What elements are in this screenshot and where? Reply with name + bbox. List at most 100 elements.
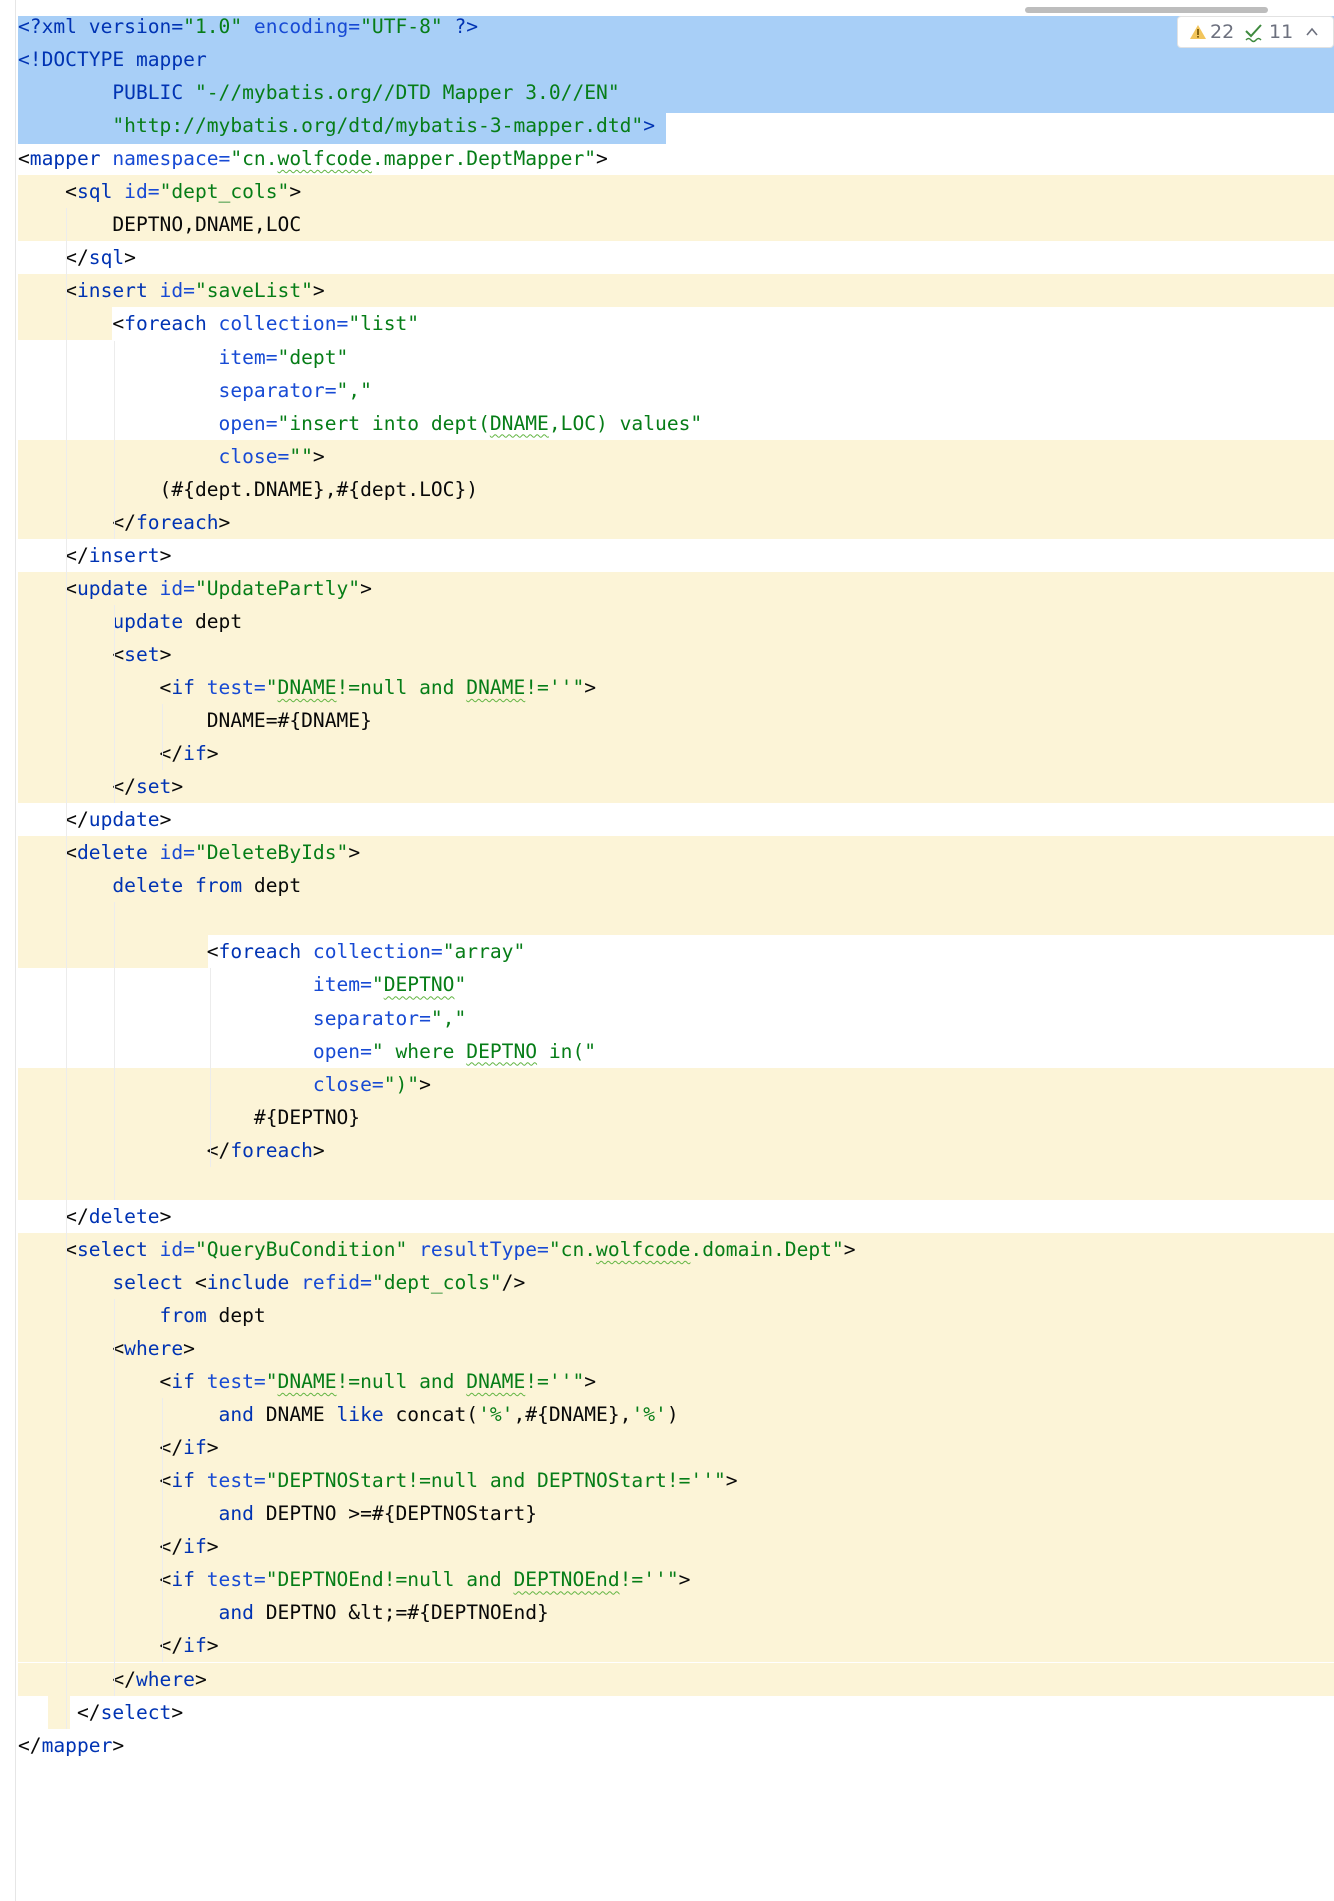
code-line[interactable]: <mapper namespace="cn.wolfcode.mapper.De… bbox=[0, 142, 1334, 175]
code-line[interactable]: </select> bbox=[0, 1695, 1334, 1729]
code-line[interactable]: <if test="DNAME!=null and DNAME!=''"> bbox=[0, 671, 1334, 704]
code-token: < bbox=[18, 1337, 125, 1360]
code-line[interactable]: <delete id="DeleteByIds"> bbox=[0, 836, 1334, 870]
code-token: </ bbox=[18, 1634, 184, 1658]
code-line[interactable]: and DEPTNO &lt;=#{DEPTNOEnd} bbox=[0, 1596, 1334, 1630]
code-token: mapper bbox=[41, 1733, 113, 1757]
code-line[interactable]: "http://mybatis.org/dtd/mybatis-3-mapper… bbox=[0, 109, 1334, 142]
code-token: "DeleteByIds" bbox=[194, 841, 349, 865]
code-line[interactable]: item="dept" bbox=[0, 341, 1334, 374]
code-text: </set> bbox=[18, 770, 183, 803]
code-line[interactable]: <where> bbox=[0, 1332, 1334, 1365]
code-line[interactable]: </if> bbox=[0, 1431, 1334, 1465]
inspection-widget[interactable]: 22 11 bbox=[1177, 16, 1334, 48]
code-line[interactable]: </set> bbox=[0, 770, 1334, 804]
code-token: "dept_cols" bbox=[159, 180, 290, 204]
code-token: where bbox=[135, 1667, 195, 1691]
code-token: encoding= bbox=[242, 15, 361, 38]
code-line[interactable]: and DEPTNO >=#{DEPTNOStart} bbox=[0, 1497, 1334, 1531]
code-token: sql bbox=[76, 180, 113, 204]
code-line[interactable]: (#{dept.DNAME},#{dept.LOC}) bbox=[0, 472, 1334, 506]
code-line[interactable]: select <include refid="dept_cols"/> bbox=[0, 1265, 1334, 1299]
code-text: </if> bbox=[18, 1431, 219, 1464]
code-line[interactable]: </update> bbox=[0, 803, 1334, 836]
warning-icon[interactable] bbox=[1188, 17, 1208, 47]
code-line[interactable]: </if> bbox=[0, 1629, 1334, 1663]
warning-count[interactable]: 22 bbox=[1210, 17, 1234, 47]
code-line[interactable]: DEPTNO,DNAME,LOC bbox=[0, 208, 1334, 242]
code-line[interactable]: <if test="DNAME!=null and DNAME!=''"> bbox=[0, 1365, 1334, 1399]
code-line[interactable]: <if test="DEPTNOEnd!=null and DEPTNOEnd!… bbox=[0, 1563, 1334, 1597]
code-line[interactable]: </mapper> bbox=[0, 1729, 1334, 1762]
code-line[interactable]: <foreach collection="array" bbox=[0, 935, 1334, 969]
code-token: DNAME=#{DNAME} bbox=[18, 709, 372, 733]
code-line[interactable]: separator="," bbox=[0, 1002, 1334, 1035]
code-token: mapper bbox=[29, 147, 101, 171]
code-token: close= bbox=[18, 444, 290, 468]
code-line[interactable]: PUBLIC "-//mybatis.org//DTD Mapper 3.0//… bbox=[0, 76, 1334, 109]
code-line[interactable]: from dept bbox=[0, 1298, 1334, 1332]
code-line[interactable]: update dept bbox=[0, 604, 1334, 638]
code-token: .domain.Dept" bbox=[690, 1237, 844, 1261]
typo-count[interactable]: 11 bbox=[1269, 17, 1293, 47]
code-token: > bbox=[206, 742, 219, 766]
code-line[interactable]: </sql> bbox=[0, 241, 1334, 274]
code-line[interactable]: open="insert into dept(DNAME,LOC) values… bbox=[0, 407, 1334, 440]
code-token: include bbox=[206, 1270, 290, 1294]
code-token: (#{dept.DNAME},#{dept.LOC}) bbox=[18, 477, 479, 501]
code-line[interactable]: item="DEPTNO" bbox=[0, 968, 1334, 1001]
code-line[interactable]: </delete> bbox=[0, 1200, 1334, 1233]
code-line[interactable]: </foreach> bbox=[0, 505, 1334, 539]
code-line[interactable]: <insert id="saveList"> bbox=[0, 274, 1334, 308]
chevron-up-icon[interactable] bbox=[1304, 17, 1320, 47]
code-line[interactable]: </foreach> bbox=[0, 1133, 1334, 1167]
code-token: collection= bbox=[206, 312, 349, 336]
code-line[interactable]: <update id="UpdatePartly"> bbox=[0, 571, 1334, 605]
code-token: and bbox=[18, 1502, 254, 1526]
code-line[interactable]: #{DEPTNO} bbox=[0, 1100, 1334, 1134]
code-line[interactable]: open=" where DEPTNO in(" bbox=[0, 1035, 1334, 1068]
line-highlight bbox=[18, 1662, 1334, 1696]
code-token: dept bbox=[242, 874, 302, 898]
code-line[interactable]: </insert> bbox=[0, 539, 1334, 572]
code-line[interactable]: close=")"> bbox=[0, 1067, 1334, 1101]
code-token: '%' bbox=[478, 1403, 514, 1427]
code-line[interactable]: <if test="DEPTNOStart!=null and DEPTNOSt… bbox=[0, 1464, 1334, 1498]
code-token: !=''" bbox=[525, 676, 585, 699]
code-text: </sql> bbox=[18, 241, 136, 274]
code-line[interactable]: <set> bbox=[0, 637, 1334, 671]
code-line[interactable]: separator="," bbox=[0, 374, 1334, 407]
code-line[interactable]: </where> bbox=[0, 1662, 1334, 1696]
code-line[interactable]: <?xml version="1.0" encoding="UTF-8" ?> bbox=[0, 10, 1334, 43]
code-token: !=''" bbox=[619, 1568, 679, 1592]
code-text: </if> bbox=[18, 737, 219, 770]
code-token: </ bbox=[18, 510, 136, 534]
code-line[interactable]: delete from dept bbox=[0, 869, 1334, 903]
code-line[interactable]: <foreach collection="list" bbox=[0, 307, 1334, 341]
code-token: > bbox=[206, 1634, 219, 1658]
indent-guide bbox=[162, 1398, 163, 1663]
code-token: separator= bbox=[18, 1006, 431, 1030]
code-editor[interactable]: <?xml version="1.0" encoding="UTF-8" ?> <… bbox=[0, 0, 1334, 1901]
code-token: < bbox=[18, 676, 172, 699]
code-line[interactable] bbox=[0, 1166, 1334, 1200]
code-token: </ bbox=[18, 246, 89, 270]
typo-check-icon[interactable] bbox=[1244, 17, 1264, 47]
code-token: resultType= bbox=[407, 1237, 549, 1261]
code-text: <if test="DEPTNOEnd!=null and DEPTNOEnd!… bbox=[18, 1563, 691, 1596]
code-line[interactable]: </if> bbox=[0, 737, 1334, 771]
code-line[interactable]: <sql id="dept_cols"> bbox=[0, 175, 1334, 209]
code-line[interactable]: DNAME=#{DNAME} bbox=[0, 704, 1334, 738]
code-token: '%' bbox=[631, 1403, 667, 1427]
code-token: if bbox=[183, 1535, 207, 1559]
code-line[interactable] bbox=[0, 902, 1334, 936]
code-line[interactable]: </if> bbox=[0, 1530, 1334, 1564]
code-token: > bbox=[312, 1138, 325, 1162]
code-line[interactable]: <select id="QueryBuCondition" resultType… bbox=[0, 1232, 1334, 1266]
code-token: > bbox=[124, 246, 136, 270]
code-token: DNAME bbox=[277, 676, 337, 699]
code-line[interactable]: <!DOCTYPE mapper bbox=[0, 43, 1334, 76]
code-line[interactable]: and DNAME like concat('%',#{DNAME},'%') bbox=[0, 1398, 1334, 1432]
code-token: < bbox=[183, 1270, 207, 1294]
code-line[interactable]: close=""> bbox=[0, 439, 1334, 473]
